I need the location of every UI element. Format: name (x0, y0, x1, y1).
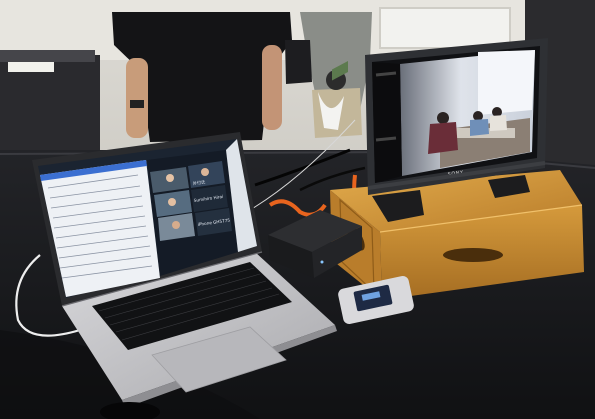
back-table-top (0, 50, 95, 62)
paper-on-back-table (8, 62, 54, 72)
case-handle-front (443, 248, 503, 262)
person-left (112, 12, 292, 142)
photo-scene: SONY (0, 0, 595, 419)
photo-canvas: SONY (0, 0, 595, 419)
window-frame (379, 7, 511, 49)
field-monitor: SONY (365, 38, 548, 195)
